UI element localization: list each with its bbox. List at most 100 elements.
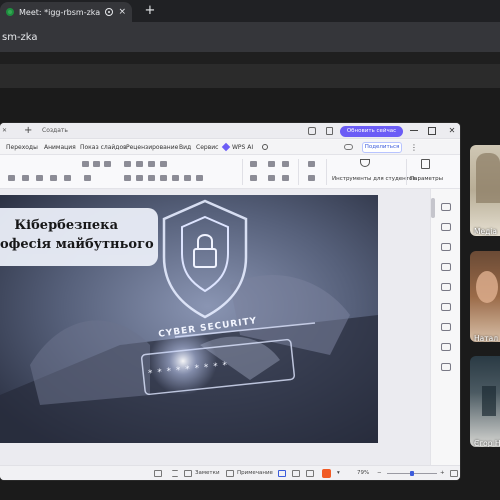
menu-review[interactable]: Рецензирование [126,140,178,155]
cloud-icon[interactable] [344,144,353,150]
indent-icon[interactable] [148,161,155,167]
select-icon[interactable] [308,175,315,181]
more-icon[interactable]: ⋮ [410,140,418,155]
numbering-icon[interactable] [136,161,143,167]
graduation-cap-icon[interactable] [360,159,370,167]
slide-panel-icon[interactable] [154,470,162,477]
font-color-icon[interactable] [50,175,57,181]
close-tab-icon[interactable]: × [118,7,126,17]
align-center-icon[interactable] [124,175,131,181]
minimize-icon[interactable] [410,130,418,131]
new-tab-button[interactable]: + [142,3,158,19]
align-right-icon[interactable] [136,175,143,181]
copy-icon[interactable] [326,127,333,135]
notes-icon[interactable] [184,470,192,477]
create-label[interactable]: Создать [42,123,68,139]
history-icon[interactable] [441,343,451,351]
tab-close-icon[interactable]: ✕ [2,123,7,139]
find-icon[interactable] [308,161,315,167]
update-now-label: Обновить сейчас [346,128,397,134]
bold-icon[interactable] [22,175,29,181]
participant-tile[interactable]: Натал [470,251,500,342]
shapes-panel-icon[interactable] [441,303,451,311]
ribbon-separator [242,159,243,185]
fit-window-icon[interactable] [450,470,458,477]
vertical-scrollbar[interactable] [431,198,435,218]
settings-icon[interactable] [441,323,451,331]
clear-format-icon[interactable] [104,161,111,167]
format-icon[interactable] [172,470,178,477]
menu-animation[interactable]: Анимация [44,140,76,155]
participant-video-avatar [476,153,500,203]
line-spacing-icon[interactable] [184,175,191,181]
right-tool-bar [430,189,460,465]
slide[interactable]: CYBER SECURITY * * * * * * * * * Кібербе… [0,195,378,443]
student-tools-label[interactable]: Инструменты для студентов [332,176,416,182]
help-icon[interactable] [441,363,451,371]
comment-icon[interactable] [441,263,451,271]
font-grow-icon[interactable] [82,161,89,167]
close-window-icon[interactable]: ✕ [447,125,457,137]
zoom-slider-thumb[interactable] [410,471,414,476]
properties-icon[interactable] [441,203,451,211]
zoom-level[interactable]: 79% [357,466,369,480]
text-direction-icon[interactable] [172,175,179,181]
shape-effect-icon[interactable] [282,175,289,181]
reading-view-icon[interactable] [306,470,314,477]
animation-icon[interactable] [441,283,451,291]
align-left-icon[interactable] [8,175,15,181]
comment-status-icon[interactable] [226,470,234,477]
window-layout-icon[interactable] [308,127,316,135]
participant-name: Натал [474,334,498,342]
highlight-icon[interactable] [64,175,71,181]
menu-bar: Переходы Анимация Показ слайдов Рецензир… [0,140,460,155]
menu-slideshow[interactable]: Показ слайдов [80,140,127,155]
design-icon[interactable] [441,223,451,231]
menu-transitions[interactable]: Переходы [6,140,38,155]
menu-service[interactable]: Сервис [196,140,218,155]
shape-fill-icon[interactable] [282,161,289,167]
update-now-button[interactable]: Обновить сейчас [340,126,403,137]
image-icon[interactable] [441,243,451,251]
zoom-menu-icon[interactable]: ▾ [337,466,340,480]
zoom-in-icon[interactable]: + [440,466,445,480]
participant-video-avatar [476,271,498,303]
font-shrink-icon[interactable] [93,161,100,167]
participant-name: Єгор Н [474,439,500,447]
slide-title-box[interactable]: Кібербезпека офесія майбутнього [0,208,158,266]
columns-icon[interactable] [160,175,167,181]
participant-tile[interactable]: Єгор Н [470,356,500,447]
parameters-icon[interactable] [421,159,430,169]
list-icon[interactable] [84,175,91,181]
shape-outline-icon[interactable] [268,175,275,181]
slide-sorter-icon[interactable] [292,470,300,477]
info-bar [0,64,500,88]
new-tab-icon[interactable]: + [24,123,32,138]
zoom-out-icon[interactable]: − [377,466,382,480]
maximize-icon[interactable] [428,127,436,135]
outdent-icon[interactable] [160,161,167,167]
search-icon[interactable] [262,144,268,150]
comment-label[interactable]: Примечание [237,466,273,480]
arrange-icon[interactable] [268,161,275,167]
url-field[interactable]: sm-zka [0,30,80,46]
browser-tab[interactable]: Meet: *igg-rbsm-zka* × [0,2,132,22]
menu-view[interactable]: Вид [179,140,191,155]
quick-style-icon[interactable] [250,175,257,181]
bullets-icon[interactable] [124,161,131,167]
menu-wps-ai[interactable]: WPS AI [232,140,253,155]
shared-presentation-window: ✕ + Создать Обновить сейчас ✕ Переходы А… [0,123,460,480]
share-button[interactable]: Поделиться [362,142,402,153]
parameters-label[interactable]: Параметры [410,176,443,182]
normal-view-icon[interactable] [278,470,286,477]
justify-icon[interactable] [148,175,155,181]
status-bar: Заметки Примечание ▾ 79% − + [0,465,460,480]
participant-tile[interactable]: Медіа [470,145,500,236]
notes-label[interactable]: Заметки [195,466,220,480]
italic-icon[interactable] [36,175,43,181]
play-slideshow-icon[interactable] [322,469,331,478]
recording-indicator-icon [105,8,114,16]
shapes-icon[interactable] [250,161,257,167]
ribbon-separator [298,159,299,185]
text-box-icon[interactable] [196,175,203,181]
